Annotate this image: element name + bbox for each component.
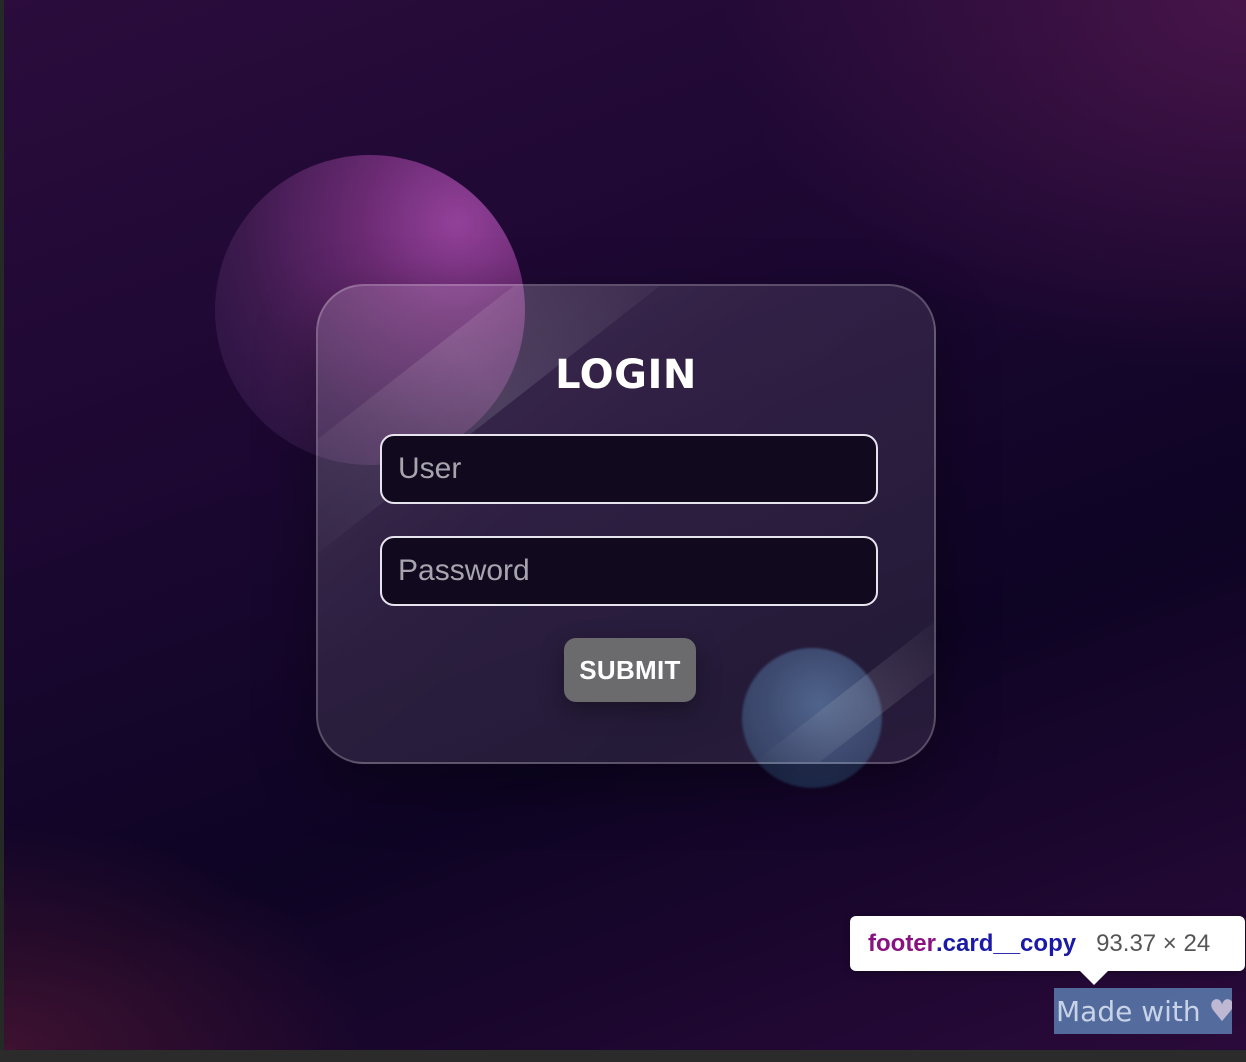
glass-sheen — [318, 286, 727, 579]
login-title: LOGIN — [555, 352, 697, 398]
tooltip-tag-name: footer — [868, 929, 936, 957]
password-input[interactable] — [380, 536, 878, 606]
devtools-element-tooltip: footer .card__copy 93.37 × 24 — [850, 916, 1245, 985]
glass-sheen-lower — [749, 606, 934, 762]
login-card: LOGIN SUBMIT — [316, 284, 936, 764]
footer-card-copy: Made with ♥ — [1054, 988, 1232, 1034]
tooltip-size: 93.37 × 24 — [1096, 929, 1211, 957]
page-background: LOGIN SUBMIT footer.card__copy 93.37 × 2… — [4, 0, 1246, 1050]
footer-text: Made with — [1056, 994, 1201, 1028]
bottom-edge — [0, 1050, 1246, 1062]
tooltip-class-name: .card__copy — [936, 929, 1077, 957]
heart-icon: ♥ — [1208, 993, 1232, 1029]
submit-button[interactable]: SUBMIT — [564, 638, 696, 702]
user-input[interactable] — [380, 434, 878, 504]
